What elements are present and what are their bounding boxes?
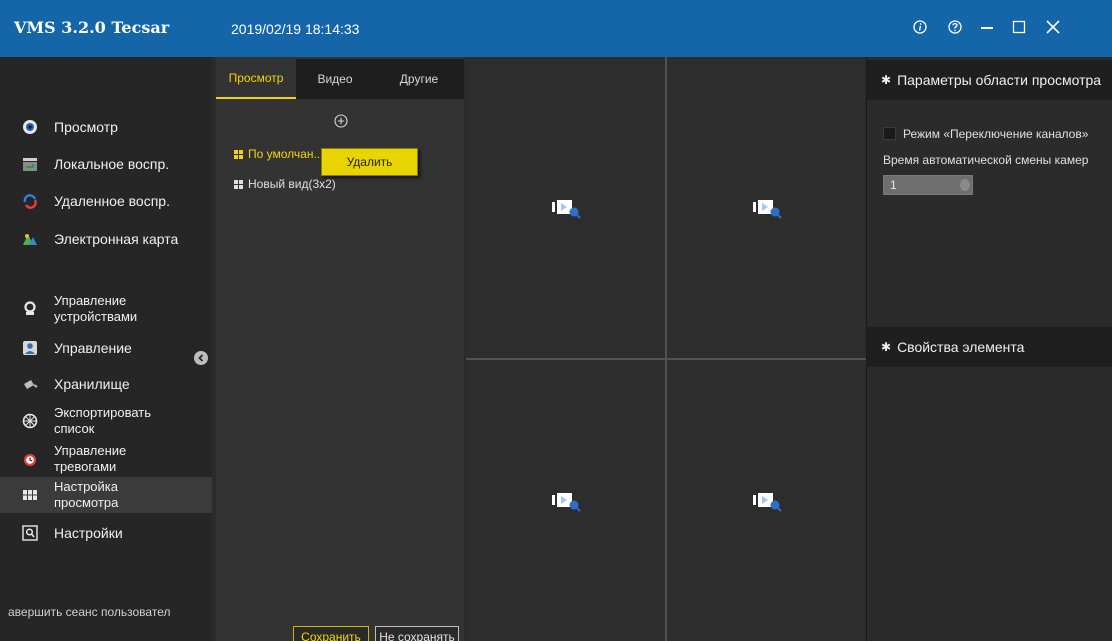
logout-link[interactable]: авершить сеанс пользовател — [8, 605, 198, 619]
grid-layout-icon — [234, 149, 243, 159]
close-icon[interactable] — [1038, 12, 1068, 42]
help-icon[interactable] — [940, 12, 970, 42]
app-title: VMS 3.2.0 Tecsar — [14, 18, 170, 37]
tab-video[interactable]: Видео — [296, 59, 374, 99]
auto-switch-label: Время автоматической смены камер — [883, 153, 1089, 167]
delete-menu-item[interactable]: Удалить — [321, 148, 418, 176]
view-params-header[interactable]: ✱ Параметры области просмотра — [867, 60, 1112, 100]
view-list-item[interactable]: Новый вид(3x2) — [234, 177, 336, 191]
add-view-icon[interactable] — [334, 114, 348, 128]
spin-arrows-icon[interactable] — [960, 179, 970, 191]
sidebar-item-export-list[interactable]: Экспортировать список — [0, 404, 212, 438]
view-name: Новый вид(3x2) — [248, 177, 336, 191]
section-title: Свойства элемента — [897, 339, 1025, 355]
local-playback-icon — [22, 156, 38, 172]
export-list-icon — [22, 413, 38, 429]
camera-placeholder-icon — [551, 492, 581, 512]
sidebar-item-alarm-management[interactable]: Управление тревогами — [0, 442, 212, 476]
maximize-icon[interactable] — [1004, 12, 1034, 42]
sidebar-item-label: Электронная карта — [54, 231, 179, 247]
minimize-icon[interactable] — [972, 12, 1002, 42]
auto-switch-stepper[interactable]: 1 — [883, 175, 973, 195]
alarm-clock-icon — [22, 451, 38, 467]
sidebar-item-label: Управление тревогами — [54, 443, 127, 474]
remote-playback-icon — [22, 193, 38, 209]
live-view-icon — [22, 119, 38, 135]
auto-switch-value: 1 — [890, 178, 897, 192]
sidebar-item-label: Управление устройствами — [54, 293, 138, 324]
video-grid — [466, 57, 866, 641]
sidebar-item-emap[interactable]: Электронная карта — [0, 229, 212, 249]
camera-placeholder-icon — [752, 199, 782, 219]
user-management-icon — [22, 340, 38, 356]
sidebar-item-user-management[interactable]: Управление — [0, 338, 212, 358]
video-cell[interactable] — [466, 57, 665, 358]
camera-placeholder-icon — [752, 492, 782, 512]
view-setup-icon — [22, 487, 38, 503]
camera-placeholder-icon — [551, 199, 581, 219]
sidebar-item-label: Просмотр — [54, 119, 118, 135]
video-cell[interactable] — [667, 360, 866, 641]
storage-icon — [22, 376, 38, 392]
sidebar-item-remote-playback[interactable]: Удаленное воспр. — [0, 191, 212, 211]
sidebar-item-label: Настройки — [54, 525, 123, 541]
sidebar-item-local-playback[interactable]: Локальное воспр. — [0, 154, 212, 174]
switch-mode-checkbox[interactable] — [883, 127, 896, 140]
sidebar-item-label: Локальное воспр. — [54, 156, 170, 172]
discard-button[interactable]: Не сохранять — [375, 626, 459, 641]
info-icon[interactable] — [905, 12, 935, 42]
switch-mode-label: Режим «Переключение каналов» — [903, 127, 1089, 141]
sidebar-item-view-setup[interactable]: Настройка просмотра — [0, 477, 212, 513]
tab-live-view[interactable]: Просмотр — [216, 59, 296, 99]
gear-icon: ✱ — [881, 73, 892, 87]
properties-panel: ✱ Параметры области просмотра Режим «Пер… — [866, 57, 1112, 641]
video-cell[interactable] — [466, 360, 665, 641]
sidebar-item-label: Управление — [54, 340, 132, 356]
video-cell[interactable] — [667, 57, 866, 358]
settings-icon — [22, 525, 38, 541]
view-list-panel: Просмотр Видео Другие По умолчан...(2x2)… — [216, 57, 464, 641]
collapse-sidebar-icon[interactable] — [194, 351, 208, 365]
sidebar-item-label: Экспортировать список — [54, 405, 151, 436]
sidebar-item-label: Настройка просмотра — [54, 479, 119, 510]
sidebar-item-live-view[interactable]: Просмотр — [0, 117, 212, 137]
gear-icon: ✱ — [881, 340, 892, 354]
panel-tabs: Просмотр Видео Другие — [216, 59, 464, 99]
sidebar-item-label: Хранилище — [54, 376, 130, 392]
tab-other[interactable]: Другие — [374, 59, 464, 99]
grid-layout-icon — [234, 179, 243, 189]
element-props-header[interactable]: ✱ Свойства элемента — [867, 327, 1112, 367]
sidebar: Просмотр Локальное воспр. Удаленное восп… — [0, 57, 212, 641]
sidebar-item-settings[interactable]: Настройки — [0, 523, 212, 543]
sidebar-item-storage[interactable]: Хранилище — [0, 374, 212, 394]
datetime: 2019/02/19 18:14:33 — [231, 21, 360, 37]
section-title: Параметры области просмотра — [897, 72, 1102, 88]
sidebar-item-label: Удаленное воспр. — [54, 193, 170, 209]
emap-icon — [22, 231, 38, 247]
save-button[interactable]: Сохранить — [293, 626, 369, 641]
device-management-icon — [22, 301, 38, 317]
title-bar: VMS 3.2.0 Tecsar 2019/02/19 18:14:33 — [0, 0, 1112, 57]
sidebar-item-device-management[interactable]: Управление устройствами — [0, 292, 212, 326]
